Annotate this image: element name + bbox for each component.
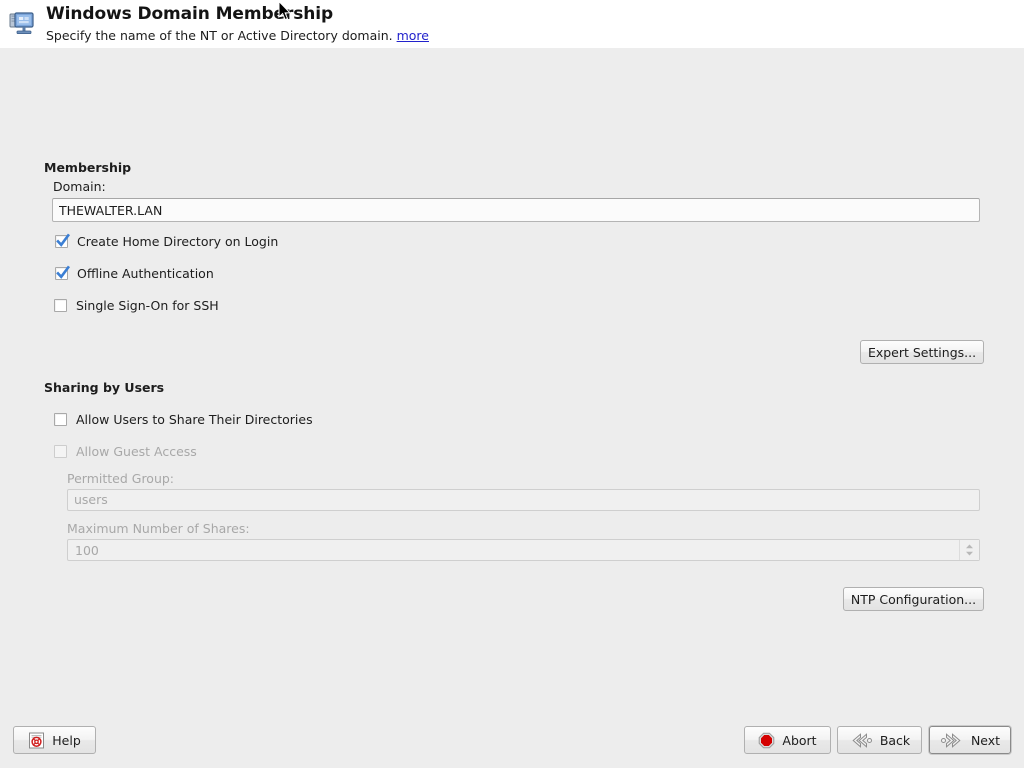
checkbox-single-sign-on-ssh[interactable]: Single Sign-On for SSH (54, 298, 219, 313)
abort-button-label: Abort (782, 732, 817, 748)
back-button-label: Back (879, 732, 911, 748)
checkbox-box-checked (55, 265, 71, 280)
abort-icon (758, 732, 775, 749)
domain-label: Domain: (53, 179, 106, 194)
checkbox-create-home-directory[interactable]: Create Home Directory on Login (55, 233, 279, 249)
chevron-left-icon (849, 732, 873, 748)
more-link[interactable]: more (397, 28, 429, 43)
expert-settings-button[interactable]: Expert Settings... (860, 340, 984, 364)
next-button[interactable]: Next (929, 726, 1011, 754)
dialog-body: Membership Domain: Create Home Directory… (0, 48, 1024, 716)
chevron-right-icon (940, 732, 964, 748)
dialog-header: Windows Domain Membership Specify the na… (0, 0, 1024, 48)
spinner-arrows[interactable] (959, 540, 979, 560)
checkbox-label: Create Home Directory on Login (77, 234, 279, 249)
page-title: Windows Domain Membership (46, 4, 334, 24)
max-shares-value: 100 (75, 543, 99, 558)
checkbox-allow-guest-access: Allow Guest Access (54, 444, 197, 459)
checkbox-offline-authentication[interactable]: Offline Authentication (55, 265, 214, 281)
permitted-group-label: Permitted Group: (67, 471, 175, 486)
ntp-configuration-button[interactable]: NTP Configuration... (843, 587, 984, 611)
back-button[interactable]: Back (837, 726, 922, 754)
abort-button[interactable]: Abort (744, 726, 831, 754)
help-button[interactable]: Help (13, 726, 96, 754)
help-icon (28, 732, 45, 749)
help-button-label: Help (52, 732, 81, 748)
checkbox-box-checked (55, 233, 71, 248)
page-subtitle: Specify the name of the NT or Active Dir… (46, 28, 429, 43)
domain-input[interactable] (52, 198, 980, 222)
checkbox-box-unchecked (54, 299, 67, 312)
checkbox-label: Single Sign-On for SSH (76, 298, 219, 313)
checkbox-label: Offline Authentication (77, 266, 214, 281)
permitted-group-input[interactable] (67, 489, 980, 511)
checkbox-box-unchecked-disabled (54, 445, 67, 458)
checkbox-box-unchecked (54, 413, 67, 426)
max-shares-spinbox[interactable]: 100 (67, 539, 980, 561)
next-button-label: Next (970, 732, 1001, 748)
max-shares-label: Maximum Number of Shares: (67, 521, 250, 536)
page-subtitle-text: Specify the name of the NT or Active Dir… (46, 28, 393, 43)
checkbox-label: Allow Users to Share Their Directories (76, 412, 313, 427)
membership-group-title: Membership (44, 160, 132, 175)
checkbox-label: Allow Guest Access (76, 444, 197, 459)
network-computer-icon (8, 9, 38, 39)
checkbox-allow-users-share[interactable]: Allow Users to Share Their Directories (54, 412, 313, 427)
sharing-group-title: Sharing by Users (44, 380, 165, 395)
